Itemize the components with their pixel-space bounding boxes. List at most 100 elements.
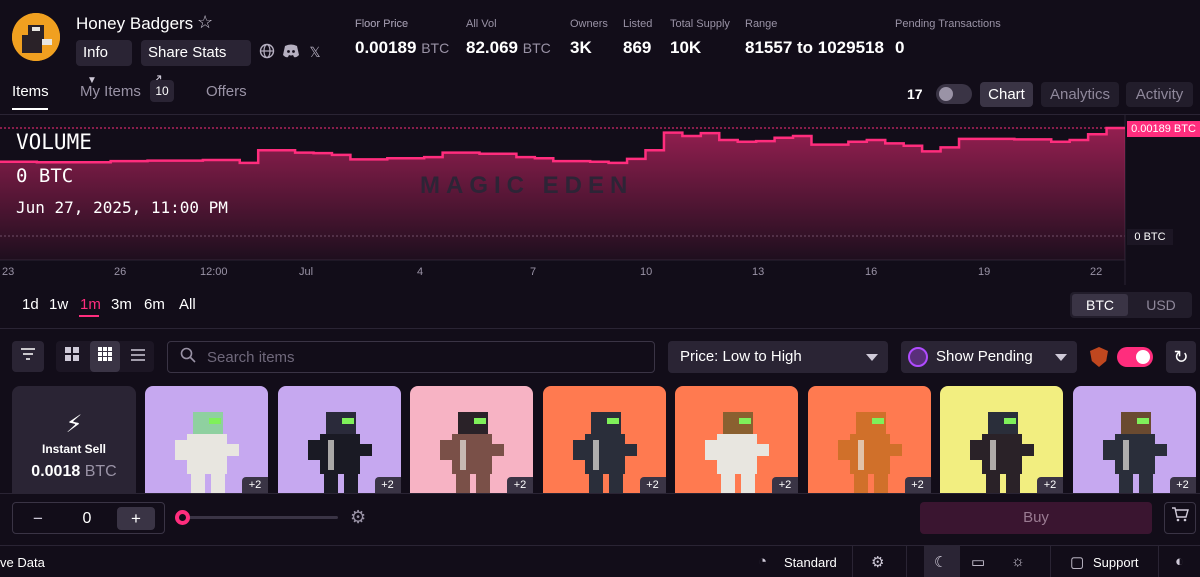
collection-title: Honey Badgers: [76, 14, 194, 33]
filter-icon[interactable]: [12, 341, 44, 372]
nft-card[interactable]: +2: [277, 386, 401, 493]
monitor-icon[interactable]: ▭: [971, 553, 985, 571]
nft-card[interactable]: +2: [542, 386, 666, 493]
instant-sell-number: 0.0018: [31, 463, 81, 480]
buy-button[interactable]: Buy: [920, 502, 1152, 534]
nft-card[interactable]: +2: [940, 386, 1063, 493]
chart-label: VOLUME: [16, 130, 92, 154]
x-tick: 10: [640, 266, 653, 278]
grid-small-icon[interactable]: [90, 341, 120, 372]
x-tick: Jul: [299, 266, 314, 278]
plus-count-badge: +2: [1037, 477, 1063, 493]
sort-select[interactable]: Price: Low to High: [668, 341, 888, 373]
nft-image: [970, 412, 1034, 493]
chart-mode-toggle[interactable]: [936, 84, 972, 104]
star-icon[interactable]: ☆: [197, 12, 213, 33]
nft-card[interactable]: +2: [1072, 386, 1196, 493]
grid-large-icon[interactable]: [57, 341, 87, 372]
plus-count-badge: +2: [242, 477, 268, 493]
quantity-minus-button[interactable]: −: [20, 507, 56, 530]
sun-icon[interactable]: ☼: [1011, 553, 1025, 570]
nft-image: [705, 412, 769, 493]
stat-value-pending: 0: [895, 38, 905, 57]
magic-eden-watermark: MAGIC EDEN: [420, 172, 634, 199]
priority-standard-label[interactable]: Standard: [784, 555, 837, 570]
nft-card[interactable]: +2: [410, 386, 533, 493]
gear-icon[interactable]: ⚙︎: [350, 507, 366, 528]
support-button[interactable]: Support: [1093, 555, 1139, 570]
sweep-slider-track[interactable]: [180, 516, 338, 519]
chart-value-readout: 0 BTC: [16, 165, 74, 187]
range-active-underline: [79, 315, 99, 317]
moon-icon: ☾: [934, 554, 948, 571]
instant-sell-value: 0.0018 BTC: [12, 463, 136, 481]
search-icon: [180, 347, 196, 368]
stat-unit: BTC: [421, 40, 450, 56]
nft-card[interactable]: +2: [675, 386, 798, 493]
stat-value-listed: 869: [623, 38, 652, 57]
instant-sell-card[interactable]: ⚡︎ Instant Sell 0.0018 BTC: [12, 386, 136, 493]
sweep-slider-handle[interactable]: [175, 510, 190, 525]
quantity-plus-button[interactable]: +: [117, 507, 155, 530]
stat-label-owners: Owners: [570, 18, 608, 30]
chart-button[interactable]: Chart: [980, 82, 1033, 107]
x-tick: 4: [417, 266, 424, 278]
sort-selected-value: Price: Low to High: [680, 348, 802, 365]
speedometer-icon: ◔: [758, 553, 768, 570]
share-stats-button[interactable]: Share Stats ↗: [141, 40, 251, 86]
tab-offers[interactable]: Offers: [206, 83, 247, 100]
my-items-count-badge: 10: [150, 80, 174, 102]
range-1m[interactable]: 1m: [80, 296, 101, 313]
stat-label-pending: Pending Transactions: [895, 18, 1001, 30]
tab-items[interactable]: Items: [12, 83, 49, 100]
shield-icon: [1090, 347, 1108, 367]
collection-avatar: [12, 13, 60, 61]
list-view-icon[interactable]: [123, 341, 153, 372]
chart-date-readout: Jun 27, 2025, 11:00 PM: [16, 198, 228, 217]
price-tag-top: 0.00189 BTC: [1127, 121, 1200, 137]
chevron-down-icon: [1055, 354, 1067, 361]
gear-icon[interactable]: ⚙︎: [871, 553, 884, 571]
analytics-button[interactable]: Analytics: [1041, 82, 1119, 107]
price-tag-zero: 0 BTC: [1127, 229, 1173, 245]
currency-btc-button[interactable]: BTC: [1072, 294, 1128, 316]
stat-label-listed: Listed: [623, 18, 653, 30]
info-dropdown[interactable]: Info ▼: [76, 40, 132, 86]
stat-unit: BTC: [522, 40, 551, 56]
divider: [852, 545, 853, 577]
search-input[interactable]: [207, 348, 637, 366]
quantity-value[interactable]: 0: [70, 507, 104, 530]
cart-icon[interactable]: [1164, 502, 1196, 534]
range-all[interactable]: All: [179, 296, 196, 313]
tradingview-logo-icon: 17: [907, 86, 923, 102]
x-tick: 23: [2, 266, 15, 278]
tab-my-items[interactable]: My Items: [80, 83, 141, 100]
activity-button[interactable]: Activity: [1126, 82, 1193, 107]
range-6m[interactable]: 6m: [144, 296, 165, 313]
lightning-icon: ⚡︎: [65, 411, 83, 438]
live-data-label[interactable]: ve Data: [0, 555, 45, 570]
currency-usd-button[interactable]: USD: [1132, 294, 1190, 316]
plus-count-badge: +2: [639, 477, 666, 493]
chat-icon: ▢: [1070, 554, 1085, 571]
magic-eden-logo-icon: [908, 347, 928, 367]
refresh-icon[interactable]: ↻: [1166, 341, 1196, 373]
nft-card[interactable]: +2: [145, 386, 268, 493]
stat-value-owners: 3K: [570, 38, 592, 57]
x-tick: 12:00: [200, 266, 228, 278]
nft-card[interactable]: +2: [807, 386, 931, 493]
discord-icon[interactable]: [282, 43, 300, 61]
x-icon[interactable]: 𝕏: [306, 43, 324, 61]
stat-value-allvol: 82.069 BTC: [466, 38, 551, 58]
plus-count-badge: +2: [904, 477, 931, 493]
tab-active-underline: [12, 108, 48, 110]
range-1d[interactable]: 1d: [22, 296, 39, 313]
protection-toggle[interactable]: [1117, 347, 1153, 367]
plus-count-badge: +2: [507, 477, 533, 493]
range-1w[interactable]: 1w: [49, 296, 68, 313]
range-3m[interactable]: 3m: [111, 296, 132, 313]
globe-icon[interactable]: [258, 43, 276, 61]
cookie-icon[interactable]: ◐: [1175, 553, 1184, 570]
plus-count-badge: +2: [1169, 477, 1196, 493]
nft-image: [307, 412, 372, 493]
